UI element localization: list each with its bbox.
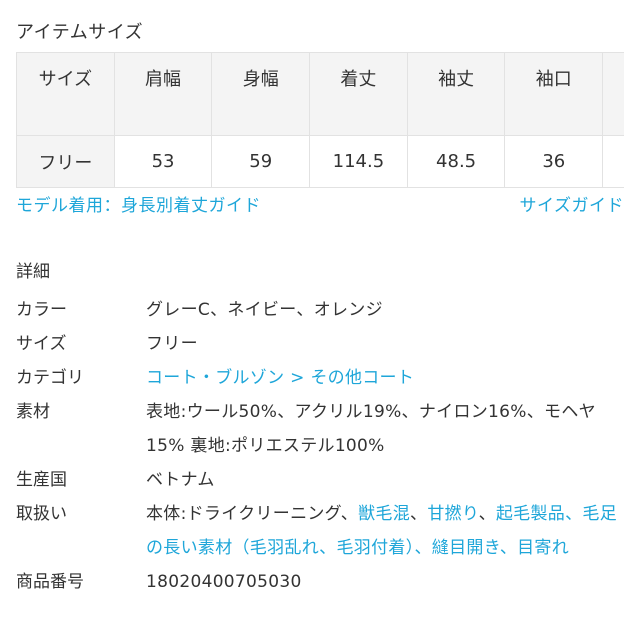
size-table-container: サイズ 肩幅 身幅 着丈 袖丈 袖口 フリー 53 59 114.5 48.5 …	[16, 52, 624, 188]
detail-row-care: 取扱い 本体:ドライクリーニング、獣毛混、甘撚り、起毛製品、毛足の長い素材（毛羽…	[16, 497, 624, 565]
details-section: 詳細 カラー グレーC、ネイビー、オレンジ サイズ フリー カテゴリ コート・ブ…	[16, 259, 624, 599]
table-row: フリー 53 59 114.5 48.5 36	[16, 135, 624, 188]
header-length: 着丈	[309, 52, 408, 136]
header-shoulder-width: 肩幅	[113, 52, 213, 136]
detail-row-origin: 生産国 ベトナム	[16, 463, 624, 497]
material-value: 表地:ウール50%、アクリル19%、ナイロン16%、モヘヤ15% 裏地:ポリエス…	[146, 402, 596, 456]
cell-shoulder-width: 53	[113, 135, 213, 188]
model-length-guide-link[interactable]: モデル着用：身長別着丈ガイド	[16, 193, 261, 219]
detail-row-material: 素材 表地:ウール50%、アクリル19%、ナイロン16%、モヘヤ15% 裏地:ポ…	[16, 395, 624, 463]
size-value: フリー	[146, 334, 198, 354]
item-size-title: アイテムサイズ	[16, 22, 144, 43]
header-body-width: 身幅	[211, 52, 311, 136]
header-size: サイズ	[16, 52, 115, 136]
guide-links: モデル着用：身長別着丈ガイド サイズガイド	[16, 193, 624, 219]
category-link[interactable]: コート・ブルゾン > その他コート	[146, 368, 414, 388]
care-link-yarn-shift[interactable]: 目寄れ	[517, 538, 569, 558]
separator: 、	[499, 538, 518, 558]
product-number-value: 18020400705030	[146, 572, 302, 592]
detail-row-size: サイズ フリー	[16, 327, 624, 361]
size-label: サイズ	[16, 334, 67, 354]
care-label: 取扱い	[16, 504, 67, 524]
size-table-header-row: サイズ 肩幅 身幅 着丈 袖丈 袖口	[16, 52, 624, 136]
care-link-loose-twist[interactable]: 甘撚り	[427, 504, 478, 524]
separator: 、	[410, 504, 428, 524]
separator: 、	[565, 504, 583, 524]
cell-extra	[602, 135, 624, 188]
header-cuff: 袖口	[504, 52, 604, 136]
product-number-label: 商品番号	[16, 572, 84, 592]
color-value: グレーC、ネイビー、オレンジ	[146, 300, 383, 320]
detail-row-product-number: 商品番号 18020400705030	[16, 565, 624, 599]
cell-sleeve-length: 48.5	[406, 135, 506, 188]
detail-row-category: カテゴリ コート・ブルゾン > その他コート	[16, 361, 624, 395]
cell-body-width: 59	[211, 135, 311, 188]
category-label: カテゴリ	[16, 368, 84, 388]
cell-cuff: 36	[504, 135, 604, 188]
care-link-brushed-product[interactable]: 起毛製品	[496, 504, 565, 524]
cell-length: 114.5	[309, 135, 408, 188]
origin-label: 生産国	[16, 470, 67, 490]
origin-value: ベトナム	[146, 470, 215, 490]
detail-row-color: カラー グレーC、ネイビー、オレンジ	[16, 293, 624, 327]
header-extra	[602, 52, 624, 136]
separator: 、	[478, 504, 496, 524]
care-link-seam-slippage[interactable]: 縫目開き	[432, 538, 500, 558]
details-title: 詳細	[16, 262, 50, 282]
care-prefix: 本体:ドライクリーニング、	[146, 504, 359, 524]
header-sleeve-length: 袖丈	[406, 52, 506, 136]
cell-size: フリー	[16, 135, 115, 188]
material-label: 素材	[16, 402, 50, 422]
care-link-animal-hair[interactable]: 獣毛混	[358, 504, 410, 524]
color-label: カラー	[16, 300, 67, 320]
size-table: サイズ 肩幅 身幅 着丈 袖丈 袖口 フリー 53 59 114.5 48.5 …	[16, 52, 624, 188]
care-value: 本体:ドライクリーニング、獣毛混、甘撚り、起毛製品、毛足の長い素材（毛羽乱れ、毛…	[146, 497, 624, 565]
size-guide-link[interactable]: サイズガイド	[520, 193, 625, 219]
separator: 、	[414, 538, 432, 558]
